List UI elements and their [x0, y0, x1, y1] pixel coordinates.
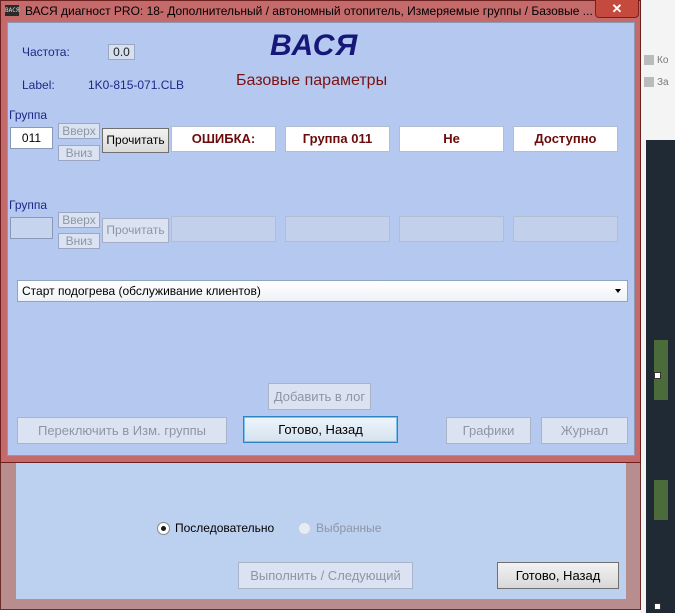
background-dialog-client: Последовательно Выбранные Выполнить / Сл…	[16, 459, 626, 599]
group-down-button: Вниз	[58, 233, 100, 249]
label-caption: Label:	[22, 78, 55, 92]
group-number-input[interactable]: 011	[10, 127, 53, 149]
background-toolbar-item: Ко	[644, 55, 675, 75]
client-area: Частота: 0.0 Label: 1K0-815-071.CLB ВАСЯ…	[7, 22, 635, 456]
function-select-value: Старт подогрева (обслуживание клиентов)	[22, 284, 261, 298]
switch-to-groups-button: Переключить в Изм. группы	[17, 417, 227, 444]
value-field: Не	[399, 126, 504, 152]
resize-handle[interactable]	[654, 372, 661, 379]
value-field: Доступно	[513, 126, 618, 152]
value-field: ОШИБКА:	[171, 126, 276, 152]
radio-chosen: Выбранные	[298, 521, 381, 535]
value-field: Группа 011	[285, 126, 390, 152]
group-number-input	[10, 217, 53, 239]
close-icon: ✕	[611, 1, 623, 16]
add-to-log-button: Добавить в лог	[268, 383, 371, 410]
graphs-button: Графики	[446, 417, 531, 444]
group-down-button: Вниз	[58, 145, 100, 161]
background-toolbar-item: За	[644, 77, 675, 97]
group-caption: Группа	[9, 198, 48, 212]
save-icon	[644, 77, 654, 88]
chevron-down-icon	[615, 289, 621, 293]
group-up-button: Вверх	[58, 123, 100, 139]
read-button: Прочитать	[102, 218, 169, 243]
execute-next-button: Выполнить / Следующий	[238, 562, 413, 589]
radio-sequential[interactable]: Последовательно	[157, 521, 274, 535]
value-field	[513, 216, 618, 242]
function-select[interactable]: Старт подогрева (обслуживание клиентов)	[17, 280, 628, 302]
radio-selected-icon	[157, 521, 170, 535]
group-up-button: Вверх	[58, 212, 100, 228]
close-button[interactable]: ✕	[595, 0, 639, 18]
radio-empty-icon	[298, 521, 311, 535]
copy-icon	[644, 55, 654, 66]
done-back-button[interactable]: Готово, Назад	[243, 416, 398, 443]
background-done-back-button[interactable]: Готово, Назад	[497, 562, 619, 589]
title-bar[interactable]: ВАСЯ ВАСЯ диагност PRO: 18- Дополнительн…	[1, 0, 640, 21]
window-title: ВАСЯ диагност PRO: 18- Дополнительный / …	[25, 4, 593, 18]
frequency-label: Частота:	[22, 45, 70, 59]
frequency-value: 0.0	[108, 44, 135, 60]
value-field	[285, 216, 390, 242]
resize-handle[interactable]	[654, 603, 661, 610]
main-window: ВАСЯ ВАСЯ диагност PRO: 18- Дополнительн…	[0, 0, 641, 463]
value-field	[171, 216, 276, 242]
log-button: Журнал	[541, 417, 628, 444]
read-button[interactable]: Прочитать	[102, 128, 169, 153]
group-caption: Группа	[9, 108, 48, 122]
value-field	[399, 216, 504, 242]
app-icon: ВАСЯ	[5, 5, 20, 16]
page-subtitle: Базовые параметры	[236, 72, 388, 89]
app-title: ВАСЯ	[270, 29, 359, 62]
label-file-value: 1K0-815-071.CLB	[88, 78, 185, 92]
background-dialog: Последовательно Выбранные Выполнить / Сл…	[0, 440, 641, 610]
